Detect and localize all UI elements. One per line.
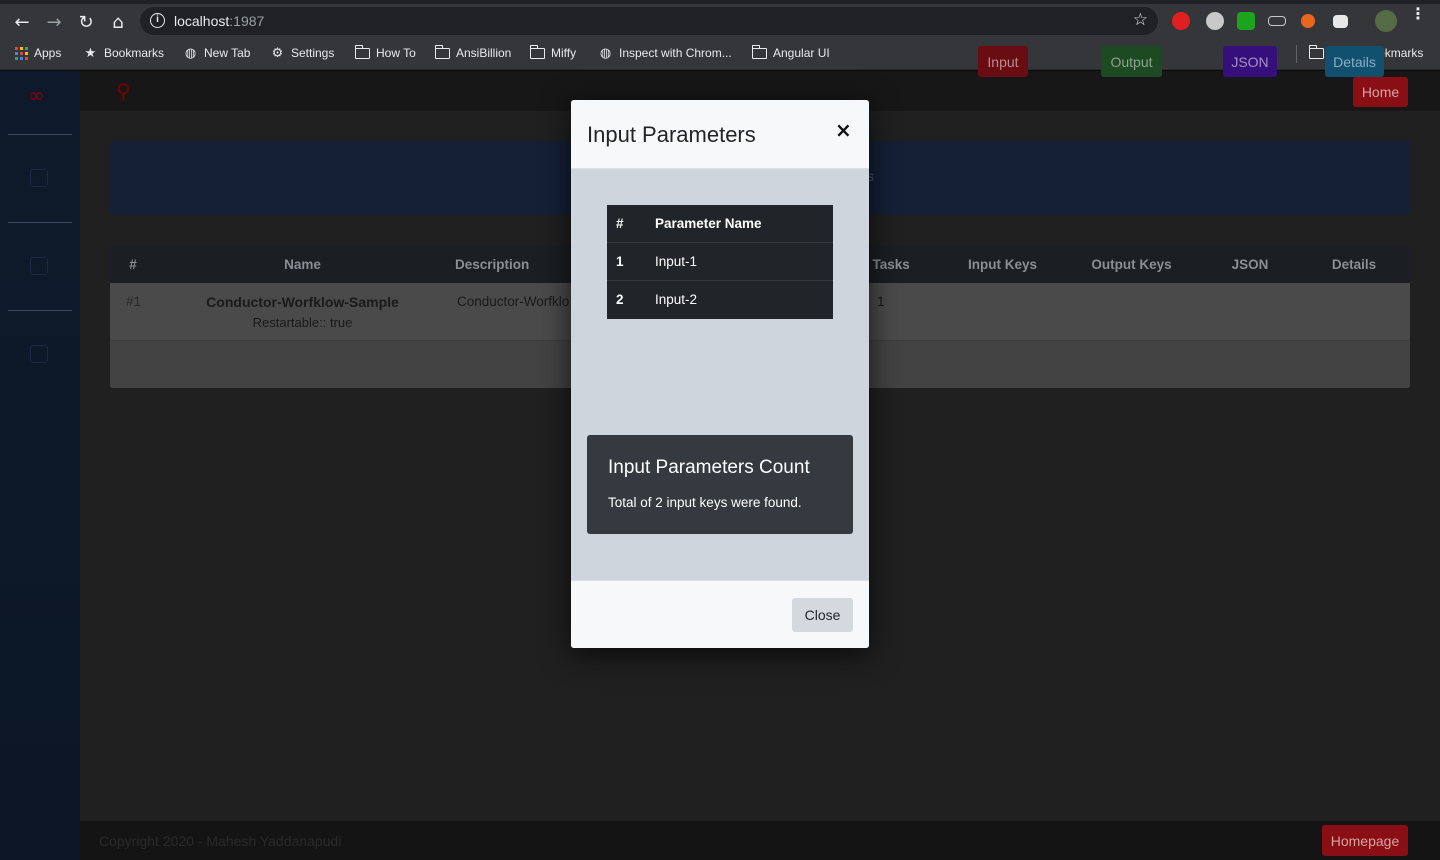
- task-count: 1: [877, 294, 885, 309]
- home-icon[interactable]: ⌂: [104, 8, 132, 36]
- sidebar-divider: [8, 222, 72, 223]
- table-header: # Parameter Name: [607, 205, 833, 243]
- workflow-description: Conductor-Worfklo: [457, 294, 570, 309]
- col-json: JSON: [1231, 257, 1269, 272]
- apps-grid-icon: [15, 46, 28, 60]
- bookmark-settings[interactable]: ⚙ Settings: [270, 45, 335, 61]
- address-bar[interactable]: i localhost:1987 ☆: [140, 7, 1158, 35]
- folder-icon: [1308, 44, 1324, 59]
- sidebar-item-icon[interactable]: [30, 345, 48, 363]
- homepage-button[interactable]: Homepage: [1322, 825, 1408, 856]
- info-icon[interactable]: i: [150, 13, 165, 28]
- modal-title: Input Parameters: [587, 122, 756, 147]
- fire-icon[interactable]: [1301, 14, 1315, 28]
- bookmark-new-tab[interactable]: ◍ New Tab: [183, 45, 251, 61]
- close-button[interactable]: Close: [792, 598, 853, 632]
- modal-header: Input Parameters ×: [571, 100, 869, 169]
- adblock-icon[interactable]: [1172, 12, 1190, 30]
- search-icon[interactable]: ⚲: [116, 79, 131, 103]
- bookmark-angular-ui[interactable]: Angular UI: [751, 44, 830, 60]
- star-icon: ★: [84, 45, 97, 61]
- parameters-count-card: Input Parameters Count Total of 2 input …: [587, 435, 853, 534]
- sidebar: ∞: [0, 71, 80, 860]
- reload-icon[interactable]: ↻: [72, 8, 100, 36]
- bookmark-how-to[interactable]: How To: [354, 44, 416, 60]
- modal-footer: Close: [571, 580, 869, 648]
- bookmarks-divider: [1296, 45, 1297, 63]
- table-row: 1 Input-1: [607, 243, 833, 281]
- row-index: #1: [126, 294, 142, 309]
- bookmark-inspect[interactable]: ◍ Inspect with Chrom...: [598, 46, 732, 60]
- sidebar-divider: [8, 310, 72, 311]
- count-text: Total of 2 input keys were found.: [608, 495, 802, 510]
- restartable-text: Restartable:: true: [252, 315, 353, 330]
- bookmark-ansibillion[interactable]: AnsiBillion: [434, 44, 511, 60]
- json-button[interactable]: JSON: [1223, 46, 1277, 77]
- url-text[interactable]: localhost:1987: [174, 13, 264, 29]
- table-row: 2 Input-2: [607, 281, 833, 319]
- screenshot-icon[interactable]: [1333, 15, 1348, 28]
- row-index: 2: [616, 292, 624, 307]
- bookmark-bookmarks[interactable]: ★ Bookmarks: [83, 46, 164, 60]
- input-parameters-modal: Input Parameters × # Parameter Name 1 In…: [571, 100, 869, 648]
- folder-icon: [354, 44, 370, 59]
- details-button[interactable]: Details: [1325, 46, 1384, 77]
- chrome-menu-icon[interactable]: ⋮: [1410, 6, 1426, 22]
- forward-icon[interactable]: →: [40, 8, 68, 36]
- bookmark-apps[interactable]: Apps: [15, 46, 61, 60]
- folder-icon: [434, 44, 450, 59]
- sidebar-item-icon[interactable]: [30, 257, 48, 275]
- browser-toolbar: ← → ↻ ⌂ i localhost:1987 ☆ ⋮: [0, 4, 1440, 38]
- col-name: Name: [284, 257, 321, 272]
- chat-icon[interactable]: [1206, 12, 1224, 30]
- col-input-keys: Input Keys: [967, 257, 1037, 272]
- col-parameter-name: Parameter Name: [655, 216, 762, 231]
- folder-icon: [751, 44, 767, 59]
- col-details: Details: [1331, 257, 1377, 272]
- col-tasks: l Tasks: [865, 257, 910, 272]
- output-button[interactable]: Output: [1101, 46, 1162, 77]
- input-button[interactable]: Input: [978, 46, 1028, 77]
- gear-icon: ⚙: [271, 45, 284, 61]
- sidebar-divider: [8, 134, 72, 135]
- globe-icon: ◍: [599, 45, 612, 61]
- avatar[interactable]: [1375, 10, 1397, 32]
- sidebar-item-icon[interactable]: [30, 169, 48, 187]
- count-title: Input Parameters Count: [608, 457, 810, 478]
- col-output-keys: Output Keys: [1091, 257, 1172, 272]
- workflow-name: Conductor-Worfklow-Sample: [206, 294, 399, 310]
- col-index: #: [616, 216, 624, 231]
- hd-icon[interactable]: [1268, 16, 1286, 26]
- col-index: #: [129, 257, 137, 272]
- close-icon[interactable]: ×: [835, 118, 852, 142]
- globe-icon: ◍: [184, 45, 197, 61]
- back-icon[interactable]: ←: [8, 8, 36, 36]
- parameters-table: # Parameter Name 1 Input-1 2 Input-2: [607, 205, 833, 319]
- row-index: 1: [616, 254, 624, 269]
- parameter-name: Input-2: [655, 292, 698, 307]
- parameter-name: Input-1: [655, 254, 698, 269]
- home-button[interactable]: Home: [1353, 77, 1408, 107]
- folder-icon: [529, 44, 545, 59]
- bookmark-star-icon[interactable]: ☆: [1133, 10, 1148, 30]
- cors-icon[interactable]: [1237, 12, 1255, 30]
- copyright-text: Copyright 2020 - Mahesh Yaddanapudi: [99, 833, 342, 849]
- bookmark-miffy[interactable]: Miffy: [529, 44, 576, 60]
- logo-icon[interactable]: ∞: [28, 83, 45, 107]
- col-description: Description: [455, 257, 530, 272]
